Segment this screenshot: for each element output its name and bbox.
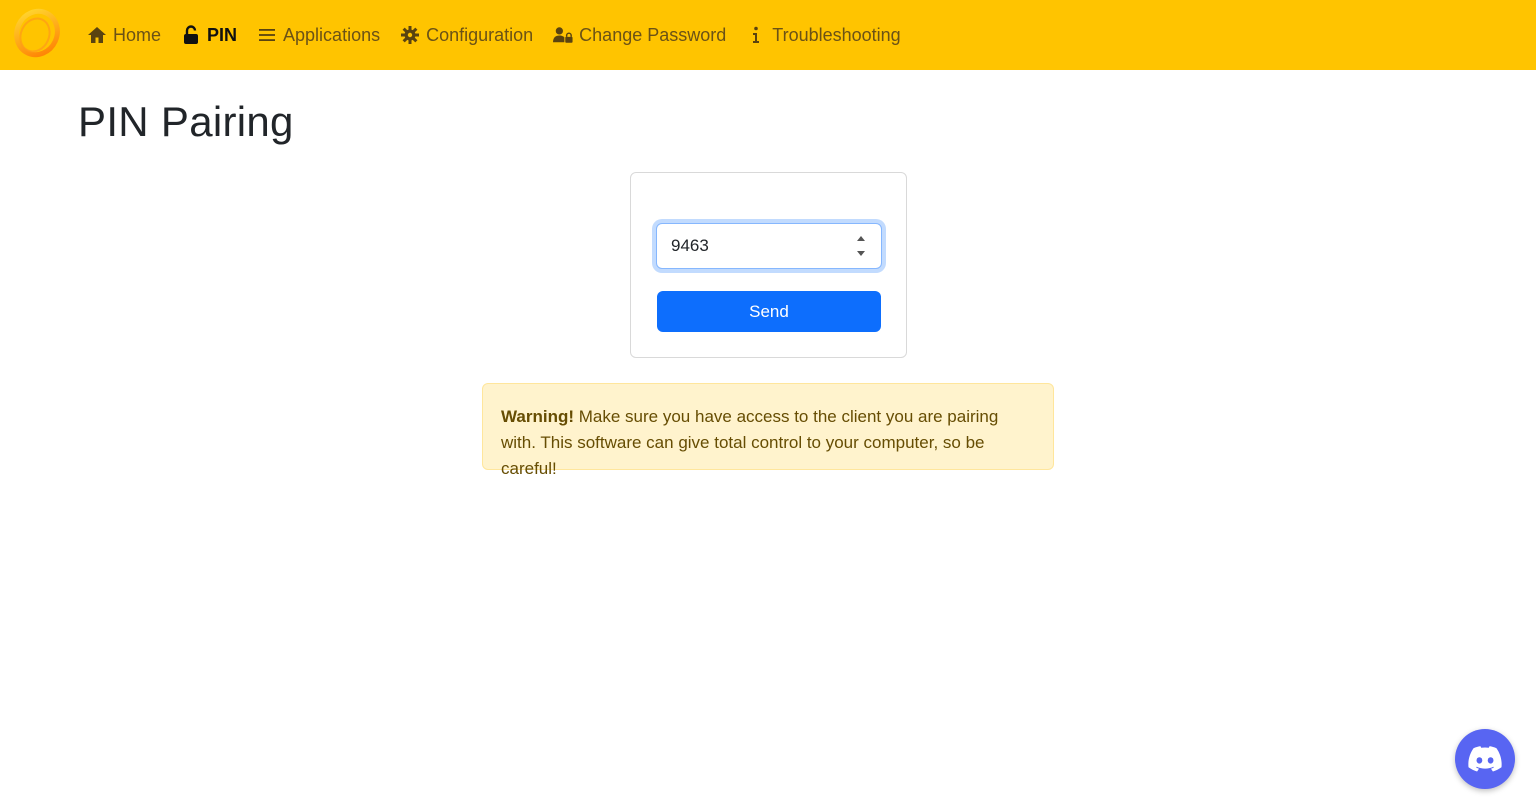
pin-input-wrapper	[656, 223, 882, 269]
nav-item-label: Configuration	[426, 24, 534, 45]
nav-item-troubleshooting[interactable]: Troubleshooting	[745, 0, 909, 70]
pin-stepper[interactable]	[855, 234, 867, 258]
nav-item-configuration[interactable]: Configuration	[399, 0, 542, 70]
nav-item-label: Home	[113, 24, 162, 45]
nav-item-label: Troubleshooting	[772, 24, 901, 45]
navbar: Home PIN Applications Configuration Chan…	[0, 0, 1536, 70]
info-icon	[745, 24, 767, 46]
gear-icon	[399, 24, 421, 46]
sunshine-logo-icon[interactable]	[13, 8, 61, 58]
unlock-icon	[180, 24, 202, 46]
nav-item-applications[interactable]: Applications	[256, 0, 389, 70]
alert-strong: Warning!	[501, 407, 575, 426]
nav-item-label: PIN	[207, 24, 238, 45]
nav-item-pin[interactable]: PIN	[180, 0, 246, 70]
home-icon	[86, 24, 108, 46]
pin-form-card: Send	[630, 172, 907, 358]
chevron-up-icon[interactable]	[857, 236, 865, 241]
chevron-down-icon[interactable]	[857, 251, 865, 256]
nav-menu: Home PIN Applications Configuration Chan…	[86, 0, 920, 70]
nav-item-change-password[interactable]: Change Password	[552, 0, 735, 70]
send-button[interactable]: Send	[657, 291, 881, 332]
discord-button[interactable]	[1455, 729, 1515, 789]
warning-alert: Warning! Make sure you have access to th…	[482, 383, 1054, 478]
nav-item-label: Applications	[283, 24, 381, 45]
discord-icon	[1468, 746, 1502, 772]
alert-message: Make sure you have access to the client …	[501, 407, 999, 478]
nav-item-label: Change Password	[579, 24, 727, 45]
page-title: PIN Pairing	[78, 98, 294, 145]
pin-input[interactable]	[657, 224, 847, 268]
list-icon	[256, 24, 278, 46]
user-lock-icon	[552, 24, 574, 46]
nav-item-home[interactable]: Home	[86, 0, 170, 70]
